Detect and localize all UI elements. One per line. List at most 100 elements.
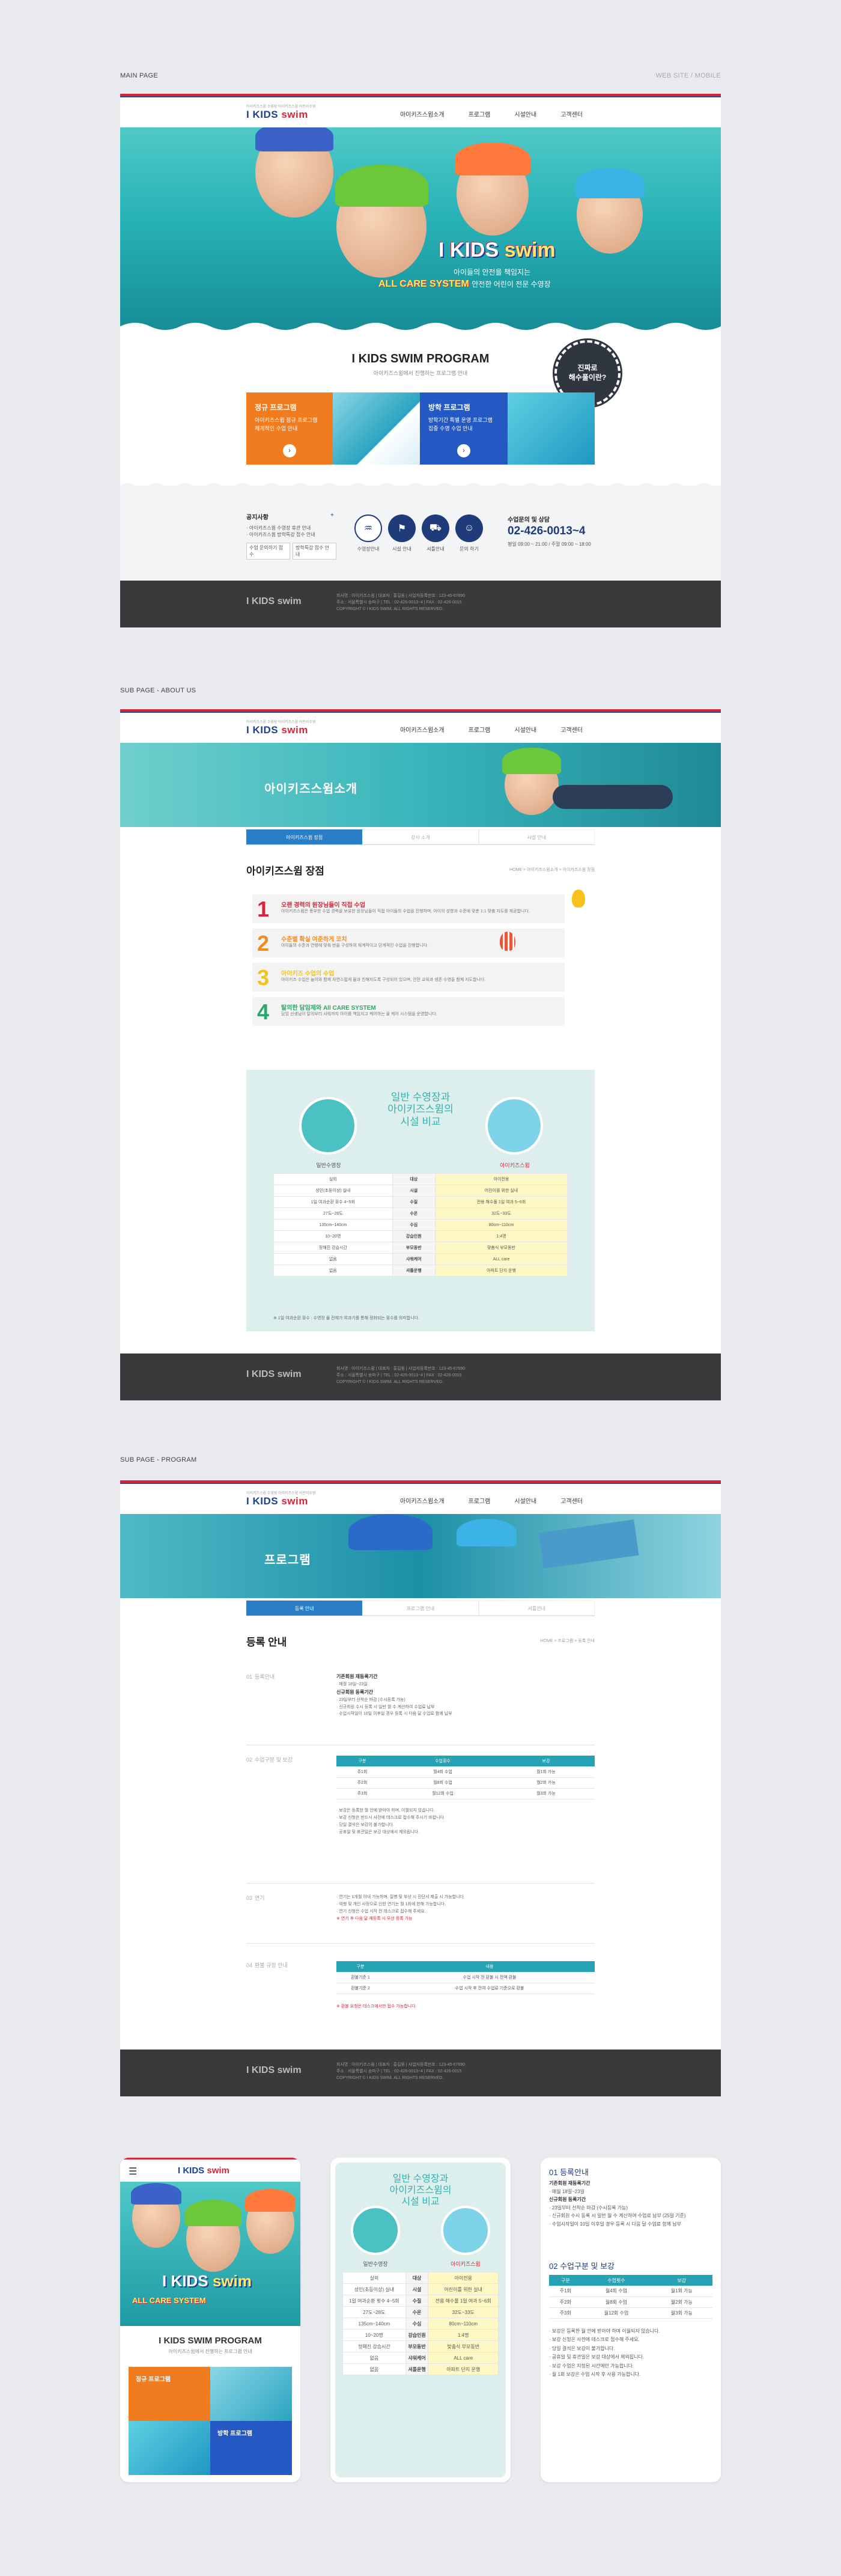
comparison-row: 실외 대상 아이전용 (273, 1173, 568, 1185)
notice-button-special[interactable]: 방학특강 접수 안내 (293, 543, 336, 560)
comparison-row: 성인(초등이상) 실내 시설 어린이를 위한 실내 (342, 2283, 499, 2295)
wave-divider-2 (120, 483, 721, 493)
comparison-value: 맞춤식 부모동반 (428, 2340, 499, 2352)
quick-label-contact: 문의 하기 (460, 546, 479, 552)
quick-label-pool: 수영장안내 (357, 546, 380, 552)
site-logo[interactable]: 아이키즈스윔 수영장 아이키즈스윔 어린이수영 I KIDS swim (246, 1490, 315, 1507)
nav-facility[interactable]: 시설안내 (514, 109, 536, 118)
mobile-logo[interactable]: I KIDS swim (178, 2165, 229, 2176)
site-footer: I KIDS swim 회사명 : 아이키즈스윔 | 대표자 : 홍길동 | 사… (120, 1354, 721, 1400)
notice-title: 공지사항 (246, 514, 269, 521)
mobile-vacation-card[interactable]: 방학 프로그램 (210, 2421, 292, 2475)
nav-about[interactable]: 아이키즈스윔소개 (400, 109, 445, 118)
flag-icon[interactable]: ⚑ (388, 514, 416, 542)
tab-program-info[interactable]: 프로그램 안내 (362, 1601, 479, 1616)
program-subtitle: 아이키즈스윔에서 진행하는 프로그램 안내 (373, 370, 468, 376)
comparison-key: 셔틀운행 (405, 2363, 429, 2375)
tab-registration[interactable]: 등록 안내 (246, 1601, 363, 1616)
table-header: 수업횟수 (388, 1756, 497, 1766)
notice-item[interactable]: · 아이키즈스윔 방학특강 접수 안내 (246, 531, 336, 538)
general-pool-icon (299, 1097, 357, 1155)
nav-program[interactable]: 프로그램 (469, 725, 491, 734)
comparison-value: 27도~28도 (273, 1207, 393, 1219)
nav-program[interactable]: 프로그램 (469, 109, 491, 118)
comparison-key: 강습인원 (405, 2329, 429, 2341)
comparison-value: 27도~28도 (342, 2306, 406, 2318)
comparison-value: 아이전용 (428, 2272, 499, 2284)
comparison-key: 셔틀운행 (392, 1265, 436, 1277)
comparison-value: 성인(초등이상) 실내 (342, 2283, 406, 2295)
table-header: 구분 (336, 1961, 384, 1972)
about-tabs: 아이키즈스윔 장점 강사 소개 시설 안내 (246, 829, 595, 845)
postpone-text: · 연기는 1개월 이내 가능하며, 질병 및 부상 시 진단서 제출 시 가능… (336, 1895, 465, 1921)
notice-button-inquiry[interactable]: 수업 문의하기 접수 (246, 543, 290, 560)
section-postpone-label: 03 연기 (246, 1895, 265, 1901)
tab-advantages[interactable]: 아이키즈스윔 장점 (246, 829, 363, 844)
advantage-step-1: 1 오랜 경력의 원장님들이 직접 수업 아이키즈스윔은 풍부한 수업 경력을 … (252, 894, 565, 923)
comparison-value: 1일 여과순환 횟수 4~5회 (273, 1196, 393, 1208)
site-footer: I KIDS swim 회사명 : 아이키즈스윔 | 대표자 : 홍길동 | 사… (120, 581, 721, 627)
swim-icon[interactable]: ♒ (354, 514, 382, 542)
tab-shuttle[interactable]: 셔틀안내 (478, 1601, 595, 1616)
tab-facility[interactable]: 시설 안내 (478, 829, 595, 844)
comparison-row: 정해진 강습시간 부모동반 맞춤식 부모동반 (273, 1242, 568, 1254)
site-logo[interactable]: 아이키즈스윔 수영장 아이키즈스윔 어린이수영 I KIDS swim (246, 719, 315, 736)
table-header: 보강 (497, 1756, 595, 1766)
about-hero-title: 아이키즈스윔소개 (264, 783, 358, 796)
nav-support[interactable]: 고객센터 (560, 1496, 583, 1505)
nav-facility[interactable]: 시설안내 (514, 725, 536, 734)
vacation-program-card[interactable]: 방학 프로그램 방학기간 특별 운영 프로그램 집중 수영 수업 안내 › (420, 392, 508, 465)
mobile-hero: I KIDS swim ALL CARE SYSTEM (120, 2182, 300, 2326)
bus-icon[interactable]: ⛟ (422, 514, 449, 542)
comparison-value: 없음 (342, 2352, 406, 2364)
about-page-frame: 아이키즈스윔 수영장 아이키즈스윔 어린이수영 I KIDS swim 아이키즈… (120, 709, 721, 1400)
vacation-program-desc: 방학기간 특별 운영 프로그램 집중 수영 수업 안내 (428, 417, 493, 432)
regular-program-go-icon[interactable]: › (283, 444, 296, 457)
mobile-program-title: I KIDS SWIM PROGRAM (159, 2336, 262, 2346)
nav-program[interactable]: 프로그램 (469, 1496, 491, 1505)
wave-divider (120, 323, 721, 332)
comparison-row: 1일 여과순환 횟수 4~5회 수질 전용 해수풀 1일 여과 5~6회 (273, 1196, 568, 1208)
comparison-key: 수질 (392, 1196, 436, 1208)
footer-logo: I KIDS swim (246, 1369, 302, 1379)
comparison-value: 없음 (273, 1253, 393, 1265)
notice-item[interactable]: · 아이키즈스윔 수영장 휴관 안내 (246, 525, 336, 531)
regular-program-card[interactable]: 정규 프로그램 아이키즈스윔 정규 프로그램 체계적인 수업 안내 › (246, 392, 333, 465)
mobile-class-table: 구분 수업횟수 보강 주1회 월4회 수업 월1회 가능 주2회 월8회 수업 월2회 … (549, 2275, 712, 2319)
advantage-step-4: 4 탈의한 담임제와 All CARE SYSTEM 담임 선생님이 탈의부터 … (252, 997, 565, 1026)
nav-about[interactable]: 아이키즈스윔소개 (400, 725, 445, 734)
hero-banner: I KIDS swim 아이들의 안전을 책임지는 ALL CARE SYSTE… (120, 127, 721, 332)
balloon-icon (500, 932, 515, 951)
mobile-regular-card[interactable]: 정규 프로그램 (129, 2367, 210, 2421)
divider (246, 1883, 595, 1884)
comparison-row: 135cm~140cm 수심 80cm~110cm (342, 2318, 499, 2330)
notice-box: 공지사항 · 아이키즈스윔 수영장 휴관 안내 · 아이키즈스윔 방학특강 접수… (246, 512, 336, 560)
menu-icon[interactable]: ☰ (129, 2165, 137, 2178)
page-title: 아이키즈스윔 장점 (246, 865, 324, 877)
logo-kids: KIDS (252, 109, 279, 120)
comparison-key: 샤워케어 (405, 2352, 429, 2364)
general-pool-label: 일반수영장 (363, 2261, 388, 2267)
nav-facility[interactable]: 시설안내 (514, 1496, 536, 1505)
nav-support[interactable]: 고객센터 (560, 725, 583, 734)
tab-instructors[interactable]: 강사 소개 (362, 829, 479, 844)
mobile-comparison-table: 실외 대상 아이전용 성인(초등이상) 실내 시설 어린이를 위한 실내 1일 여과순환 횟… (342, 2272, 499, 2375)
general-pool-icon (351, 2206, 400, 2255)
regular-program-title: 정규 프로그램 (255, 403, 297, 412)
notice-more-icon[interactable]: + (330, 512, 334, 519)
refund-note: ※ 환불 요청은 데스크에서만 접수 가능합니다. (336, 2004, 417, 2009)
user-icon[interactable]: ☺ (455, 514, 483, 542)
comparison-key: 시설 (392, 1185, 436, 1197)
site-logo[interactable]: 아이키즈스윔 수영장 아이키즈스윔 어린이수영 I KIDS swim (246, 103, 315, 121)
phone-number[interactable]: 02-426-0013~4 (508, 525, 585, 538)
table-row: 주1회 월4회 수업 월1회 가능 (336, 1766, 595, 1778)
facility-comparison: 일반 수영장과 아이키즈스윔의 시설 비교 일반수영장 아이키즈스윔 실외 대상 아… (246, 1070, 595, 1331)
nav-support[interactable]: 고객센터 (560, 109, 583, 118)
ikids-pool-icon (441, 2206, 490, 2255)
section-class-label: 02 수업구분 및 보강 (246, 1757, 293, 1763)
program-hero-title: 프로그램 (264, 1554, 311, 1567)
mobile-hero-brand: I KIDS swim (162, 2272, 252, 2290)
vacation-program-go-icon[interactable]: › (457, 444, 470, 457)
nav-about[interactable]: 아이키즈스윔소개 (400, 1496, 445, 1505)
comparison-value: 실외 (273, 1173, 393, 1185)
